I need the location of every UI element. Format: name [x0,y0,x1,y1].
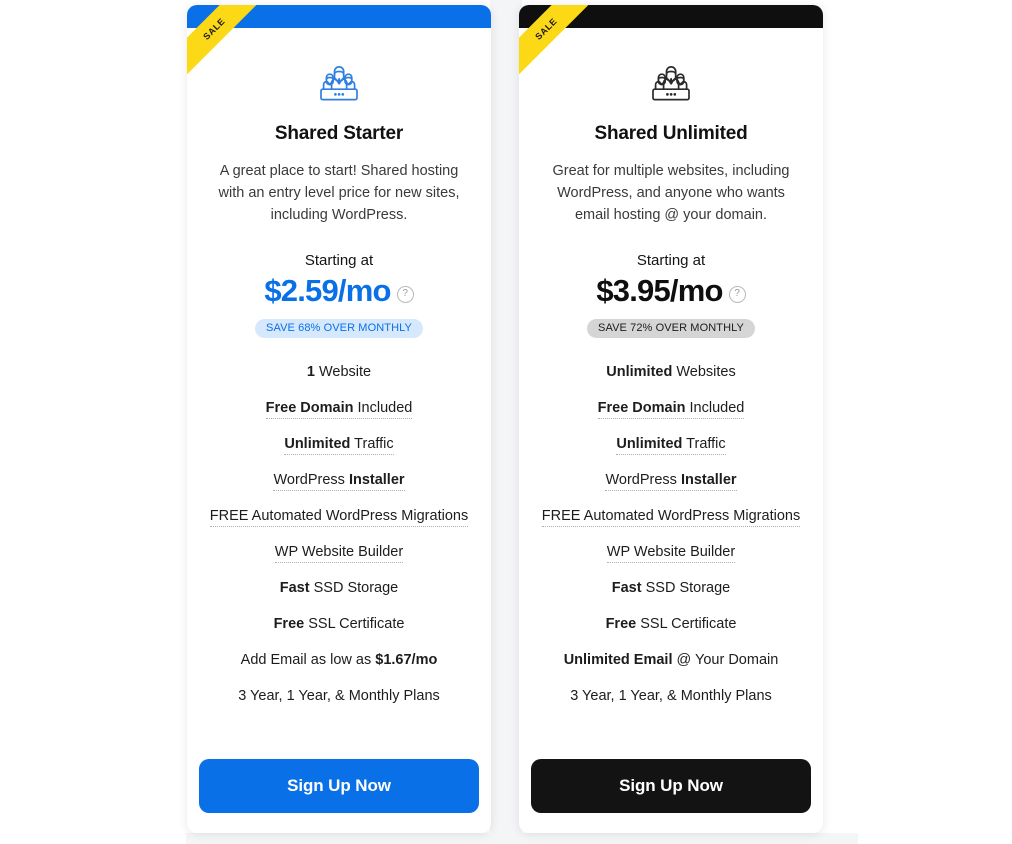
feature-item[interactable]: WordPress Installer [531,470,811,491]
plan-price: $2.59/mo [264,273,392,308]
feature-emphasis: Free Domain [265,400,354,416]
feature-emphasis: $1.67/mo [375,652,438,668]
feature-text: 3 Year, 1 Year, & Monthly Plans [570,688,772,704]
plan-description: A great place to start! Shared hosting w… [218,163,460,223]
feature-text: WP Website Builder [274,544,404,563]
feature-text: FREE Automated WordPress Migrations [541,508,801,527]
feature-text: 3 Year, 1 Year, & Monthly Plans [238,688,440,704]
feature-text: WordPress Installer [273,472,405,491]
price-help-icon[interactable]: ? [728,285,746,303]
feature-item: 3 Year, 1 Year, & Monthly Plans [531,686,811,706]
feature-text: Free Domain Included [597,400,745,419]
sign-up-button[interactable]: Sign Up Now [199,759,479,813]
feature-emphasis: Free [605,616,637,632]
feature-emphasis: Unlimited [606,364,673,380]
feature-emphasis: Unlimited [616,436,683,452]
price-amount: $3.95 [596,273,670,308]
save-badge: SAVE 68% OVER MONTHLY [255,319,423,338]
pricing-section: SALE Shared Starter A great place to sta… [0,0,1012,844]
price-row: $2.59/mo ? [199,274,479,308]
starting-at-label: Starting at [304,252,374,269]
feature-item: 1 Website [199,362,479,382]
feature-item: Free SSL Certificate [531,614,811,634]
sale-ribbon-band: SALE [519,5,595,82]
feature-item[interactable]: WordPress Installer [199,470,479,491]
feature-item: Fast SSD Storage [199,578,479,598]
price-amount: $2.59 [264,273,338,308]
feature-emphasis: Installer [680,472,737,488]
feature-text: Unlimited Traffic [284,436,394,455]
sale-ribbon-band: SALE [187,5,263,82]
feature-item: Unlimited Email @ Your Domain [531,650,811,670]
feature-text: Free Domain Included [265,400,413,419]
feature-item[interactable]: Free Domain Included [199,398,479,419]
feature-text: Add Email as low as $1.67/mo [240,652,438,668]
feature-emphasis: Fast [279,580,310,596]
feature-emphasis: Free Domain [597,400,686,416]
sale-ribbon: SALE [519,5,603,89]
sale-ribbon-label: SALE [201,16,227,42]
sale-ribbon-label: SALE [533,16,559,42]
price-row: $3.95/mo ? [531,274,811,308]
feature-item: Free SSL Certificate [199,614,479,634]
sale-ribbon: SALE [187,5,271,89]
feature-text: Unlimited Traffic [616,436,726,455]
feature-item: Unlimited Websites [531,362,811,382]
feature-emphasis: 1 [306,364,315,380]
feature-item[interactable]: FREE Automated WordPress Migrations [531,506,811,527]
features-list: Unlimited Websites Free Domain Included Un… [531,362,811,706]
pricing-cards-container: SALE Shared Starter A great place to sta… [0,0,1012,844]
feature-text: WordPress Installer [605,472,737,491]
feature-item[interactable]: FREE Automated WordPress Migrations [199,506,479,527]
feature-emphasis: Unlimited [284,436,351,452]
feature-item[interactable]: WP Website Builder [199,542,479,563]
feature-emphasis: Unlimited Email [563,652,673,668]
feature-item[interactable]: Free Domain Included [531,398,811,419]
price-period: /mo [337,273,392,308]
feature-text: WP Website Builder [606,544,736,563]
plan-name: Shared Starter [274,123,404,144]
feature-emphasis: Free [273,616,305,632]
features-list: 1 Website Free Domain Included Unlimited T… [199,362,479,706]
sign-up-button[interactable]: Sign Up Now [531,759,811,813]
feature-item[interactable]: Unlimited Traffic [199,434,479,455]
card-body: Shared Starter A great place to start! S… [187,28,491,833]
feature-text: Fast SSD Storage [611,580,731,596]
feature-item: Add Email as low as $1.67/mo [199,650,479,670]
feature-item[interactable]: Unlimited Traffic [531,434,811,455]
price-help-icon[interactable]: ? [396,285,414,303]
feature-item: 3 Year, 1 Year, & Monthly Plans [199,686,479,706]
plan-description: Great for multiple websites, including W… [552,163,790,223]
feature-text: Fast SSD Storage [279,580,399,596]
feature-item: Fast SSD Storage [531,578,811,598]
feature-text: Free SSL Certificate [273,616,405,632]
feature-text: FREE Automated WordPress Migrations [209,508,469,527]
feature-text: Unlimited Websites [606,364,736,380]
feature-emphasis: Fast [611,580,642,596]
feature-emphasis: Installer [348,472,405,488]
feature-text: 1 Website [306,364,372,380]
starting-at-label: Starting at [636,252,706,269]
pricing-card-shared-unlimited[interactable]: SALE Shared Unlimited Great for multiple… [519,5,823,833]
price-period: /mo [669,273,724,308]
feature-text: Unlimited Email @ Your Domain [563,652,779,668]
card-body: Shared Unlimited Great for multiple webs… [519,28,823,833]
pricing-card-shared-starter[interactable]: SALE Shared Starter A great place to sta… [187,5,491,833]
save-badge: SAVE 72% OVER MONTHLY [587,319,755,338]
feature-text: Free SSL Certificate [605,616,737,632]
feature-item[interactable]: WP Website Builder [531,542,811,563]
plan-price: $3.95/mo [596,273,724,308]
plan-name: Shared Unlimited [594,123,748,144]
